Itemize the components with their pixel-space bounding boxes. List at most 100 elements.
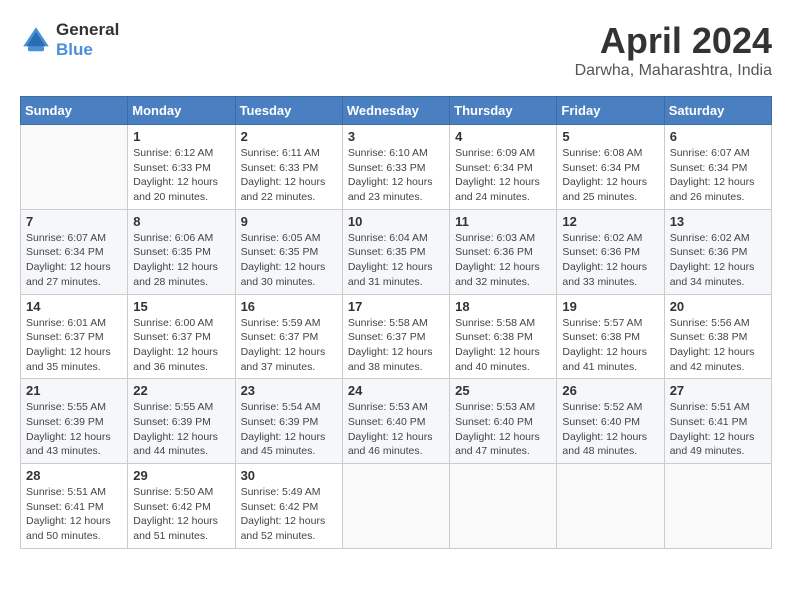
calendar-cell: 26Sunrise: 5:52 AM Sunset: 6:40 PM Dayli… [557,379,664,464]
day-info: Sunrise: 6:00 AM Sunset: 6:37 PM Dayligh… [133,316,229,375]
calendar-cell: 14 Sunrise: 6:01 AM Sunset: 6:37 PM Dayli… [21,294,128,379]
calendar-cell: 21 Sunrise: 5:55 AM Sunset: 6:39 PM Dayli… [21,379,128,464]
day-info: Sunrise: 6:06 AM Sunset: 6:35 PM Dayligh… [133,231,229,290]
day-info: Sunrise: 6:08 AM Sunset: 6:34 PM Dayligh… [562,146,658,205]
day-info: Sunrise: 6:01 AM Sunset: 6:37 PM Dayligh… [26,316,122,375]
day-number: 16 [241,299,337,314]
location: Darwha, Maharashtra, India [575,62,772,80]
month-title: April 2024 [575,20,772,62]
day-info: Sunrise: 5:49 AM Sunset: 6:42 PM Dayligh… [241,485,337,544]
logo-text: General Blue [56,20,119,60]
calendar-cell: 27 Sunrise: 5:51 AM Sunset: 6:41 PM Dayli… [664,379,771,464]
calendar-cell [342,464,449,549]
calendar-body: 1 Sunrise: 6:12 AM Sunset: 6:33 PM Daylig… [21,125,772,549]
calendar-cell: 9 Sunrise: 6:05 AM Sunset: 6:35 PM Daylig… [235,209,342,294]
calendar-cell: 8 Sunrise: 6:06 AM Sunset: 6:35 PM Daylig… [128,209,235,294]
calendar-cell: 11 Sunrise: 6:03 AM Sunset: 6:36 PM Dayli… [450,209,557,294]
calendar-table: SundayMondayTuesdayWednesdayThursdayFrid… [20,96,772,549]
day-number: 18 [455,299,551,314]
day-number: 28 [26,468,122,483]
day-info: Sunrise: 6:03 AM Sunset: 6:36 PM Dayligh… [455,231,551,290]
weekday-header: Monday [128,97,235,125]
calendar-cell: 5 Sunrise: 6:08 AM Sunset: 6:34 PM Daylig… [557,125,664,210]
day-info: Sunrise: 6:07 AM Sunset: 6:34 PM Dayligh… [670,146,766,205]
calendar-cell: 13 Sunrise: 6:02 AM Sunset: 6:36 PM Dayli… [664,209,771,294]
day-info: Sunrise: 6:09 AM Sunset: 6:34 PM Dayligh… [455,146,551,205]
day-number: 17 [348,299,444,314]
day-info: Sunrise: 5:58 AM Sunset: 6:37 PM Dayligh… [348,316,444,375]
day-info: Sunrise: 6:11 AM Sunset: 6:33 PM Dayligh… [241,146,337,205]
day-info: Sunrise: 6:02 AM Sunset: 6:36 PM Dayligh… [670,231,766,290]
day-number: 27 [670,383,766,398]
calendar-cell: 24Sunrise: 5:53 AM Sunset: 6:40 PM Dayli… [342,379,449,464]
day-number: 20 [670,299,766,314]
calendar-cell: 29 Sunrise: 5:50 AM Sunset: 6:42 PM Dayli… [128,464,235,549]
day-number: 12 [562,214,658,229]
day-number: 1 [133,129,229,144]
weekday-header: Wednesday [342,97,449,125]
day-info: Sunrise: 5:53 AM Sunset: 6:40 PM Dayligh… [455,400,551,459]
day-info: Sunrise: 6:05 AM Sunset: 6:35 PM Dayligh… [241,231,337,290]
weekday-header: Friday [557,97,664,125]
day-info: Sunrise: 6:04 AM Sunset: 6:35 PM Dayligh… [348,231,444,290]
day-info: Sunrise: 5:56 AM Sunset: 6:38 PM Dayligh… [670,316,766,375]
day-number: 23 [241,383,337,398]
calendar-cell: 7 Sunrise: 6:07 AM Sunset: 6:34 PM Daylig… [21,209,128,294]
calendar-cell: 22Sunrise: 5:55 AM Sunset: 6:39 PM Dayli… [128,379,235,464]
calendar-cell: 17 Sunrise: 5:58 AM Sunset: 6:37 PM Dayli… [342,294,449,379]
day-number: 6 [670,129,766,144]
day-info: Sunrise: 5:55 AM Sunset: 6:39 PM Dayligh… [26,400,122,459]
day-number: 10 [348,214,444,229]
day-info: Sunrise: 5:53 AM Sunset: 6:40 PM Dayligh… [348,400,444,459]
day-info: Sunrise: 5:51 AM Sunset: 6:41 PM Dayligh… [670,400,766,459]
calendar-cell: 3 Sunrise: 6:10 AM Sunset: 6:33 PM Daylig… [342,125,449,210]
day-info: Sunrise: 5:50 AM Sunset: 6:42 PM Dayligh… [133,485,229,544]
day-info: Sunrise: 5:58 AM Sunset: 6:38 PM Dayligh… [455,316,551,375]
day-number: 29 [133,468,229,483]
calendar-cell: 30 Sunrise: 5:49 AM Sunset: 6:42 PM Dayli… [235,464,342,549]
weekday-header: Tuesday [235,97,342,125]
day-info: Sunrise: 5:51 AM Sunset: 6:41 PM Dayligh… [26,485,122,544]
day-info: Sunrise: 5:59 AM Sunset: 6:37 PM Dayligh… [241,316,337,375]
day-number: 9 [241,214,337,229]
day-number: 25 [455,383,551,398]
day-number: 13 [670,214,766,229]
day-info: Sunrise: 5:57 AM Sunset: 6:38 PM Dayligh… [562,316,658,375]
calendar-cell: 28 Sunrise: 5:51 AM Sunset: 6:41 PM Dayli… [21,464,128,549]
calendar-cell [557,464,664,549]
calendar-cell: 19 Sunrise: 5:57 AM Sunset: 6:38 PM Dayli… [557,294,664,379]
day-number: 3 [348,129,444,144]
day-number: 11 [455,214,551,229]
calendar-cell: 23Sunrise: 5:54 AM Sunset: 6:39 PM Dayli… [235,379,342,464]
day-number: 30 [241,468,337,483]
weekday-header: Saturday [664,97,771,125]
calendar-cell: 6 Sunrise: 6:07 AM Sunset: 6:34 PM Daylig… [664,125,771,210]
weekday-header: Sunday [21,97,128,125]
calendar-cell [664,464,771,549]
day-info: Sunrise: 6:10 AM Sunset: 6:33 PM Dayligh… [348,146,444,205]
day-number: 7 [26,214,122,229]
day-number: 26 [562,383,658,398]
calendar-cell: 15Sunrise: 6:00 AM Sunset: 6:37 PM Dayli… [128,294,235,379]
day-number: 19 [562,299,658,314]
day-info: Sunrise: 6:02 AM Sunset: 6:36 PM Dayligh… [562,231,658,290]
day-info: Sunrise: 6:12 AM Sunset: 6:33 PM Dayligh… [133,146,229,205]
calendar-cell: 12 Sunrise: 6:02 AM Sunset: 6:36 PM Dayli… [557,209,664,294]
logo-icon [20,24,52,56]
calendar-cell: 25 Sunrise: 5:53 AM Sunset: 6:40 PM Dayli… [450,379,557,464]
calendar-cell [21,125,128,210]
day-number: 4 [455,129,551,144]
calendar-cell: 16 Sunrise: 5:59 AM Sunset: 6:37 PM Dayli… [235,294,342,379]
day-number: 21 [26,383,122,398]
day-number: 14 [26,299,122,314]
day-number: 8 [133,214,229,229]
calendar-header: SundayMondayTuesdayWednesdayThursdayFrid… [21,97,772,125]
calendar-cell: 18 Sunrise: 5:58 AM Sunset: 6:38 PM Dayli… [450,294,557,379]
day-number: 5 [562,129,658,144]
day-info: Sunrise: 6:07 AM Sunset: 6:34 PM Dayligh… [26,231,122,290]
weekday-header: Thursday [450,97,557,125]
day-number: 22 [133,383,229,398]
calendar-cell: 4 Sunrise: 6:09 AM Sunset: 6:34 PM Daylig… [450,125,557,210]
calendar-cell [450,464,557,549]
day-number: 2 [241,129,337,144]
